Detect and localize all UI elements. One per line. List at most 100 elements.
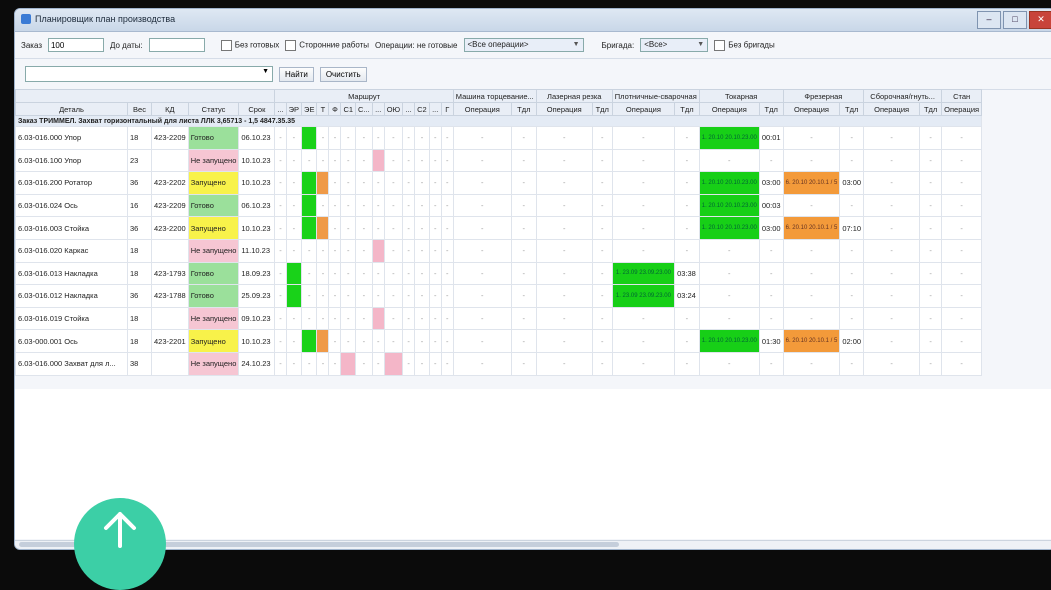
col-header-operation[interactable]: Операция	[535, 102, 593, 116]
col-header-route-5[interactable]: С1	[340, 102, 357, 116]
operation-cell[interactable]: -	[698, 238, 760, 263]
route-cell[interactable]: -	[383, 238, 404, 263]
route-cell[interactable]: -	[371, 216, 385, 240]
scroll-to-top-button[interactable]	[74, 498, 166, 590]
operation-cell[interactable]: -	[611, 238, 676, 263]
unfinished-checkbox[interactable]: Без готовых	[220, 39, 279, 51]
route-cell[interactable]: -	[402, 171, 416, 195]
route-cell[interactable]: -	[355, 148, 373, 173]
route-cell[interactable]: -	[328, 238, 342, 263]
operation-cell[interactable]: -	[941, 126, 983, 150]
route-cell[interactable]: -	[371, 193, 385, 218]
route-cell[interactable]: -	[428, 284, 442, 308]
operation-cell[interactable]: -	[452, 284, 512, 308]
route-cell[interactable]: -	[355, 261, 373, 286]
route-cell[interactable]: -	[316, 306, 330, 331]
route-cell[interactable]	[301, 171, 318, 195]
operation-cell[interactable]: -	[452, 329, 512, 353]
operation-cell[interactable]: -	[782, 284, 841, 308]
route-cell[interactable]	[371, 238, 385, 263]
route-cell[interactable]: -	[383, 148, 404, 173]
route-cell[interactable]: -	[402, 284, 416, 308]
col-header-operation[interactable]: Операция	[611, 102, 676, 116]
route-cell[interactable]: -	[355, 284, 373, 308]
route-cell[interactable]: -	[316, 351, 330, 376]
route-cell[interactable]	[340, 351, 357, 376]
route-cell[interactable]: -	[285, 148, 303, 173]
route-cell[interactable]: -	[428, 126, 442, 150]
operation-cell[interactable]: -	[452, 238, 512, 263]
operation-cell[interactable]: -	[611, 193, 676, 218]
brigade-select[interactable]: <Все> ▼	[640, 38, 709, 52]
route-cell[interactable]: -	[440, 351, 454, 376]
operation-cell[interactable]: -	[782, 193, 841, 218]
route-cell[interactable]	[371, 306, 385, 331]
route-cell[interactable]: -	[285, 351, 303, 376]
route-cell[interactable]: -	[340, 284, 357, 308]
route-cell[interactable]: -	[414, 216, 430, 240]
col-header-route-4[interactable]: Ф	[328, 102, 342, 116]
route-cell[interactable]: -	[340, 171, 357, 195]
route-cell[interactable]: -	[340, 261, 357, 286]
route-cell[interactable]: -	[355, 126, 373, 150]
route-cell[interactable]: -	[328, 351, 342, 376]
col-header-labor[interactable]: Тдл	[839, 102, 865, 116]
col-header-route-2[interactable]: ЭЕ	[301, 102, 318, 116]
route-cell[interactable]: -	[402, 193, 416, 218]
operation-cell[interactable]: -	[452, 148, 512, 173]
operation-cell[interactable]: -	[698, 284, 760, 308]
route-cell[interactable]	[301, 193, 318, 218]
operation-cell[interactable]: -	[941, 193, 983, 218]
route-cell[interactable]: -	[328, 329, 342, 353]
route-cell[interactable]: -	[328, 284, 342, 308]
col-header-route-10[interactable]: С2	[414, 102, 430, 116]
route-cell[interactable]: -	[285, 126, 303, 150]
route-cell[interactable]: -	[355, 238, 373, 263]
route-cell[interactable]: -	[301, 238, 318, 263]
operations-select[interactable]: <Все операции> ▼	[463, 38, 584, 52]
route-cell[interactable]: -	[316, 261, 330, 286]
search-combobox[interactable]: ▼	[25, 66, 273, 82]
operation-cell[interactable]: -	[863, 171, 921, 195]
route-cell[interactable]: -	[274, 329, 287, 353]
route-cell[interactable]: -	[328, 261, 342, 286]
route-cell[interactable]: -	[328, 193, 342, 218]
route-cell[interactable]: -	[414, 351, 430, 376]
operation-cell[interactable]: -	[535, 171, 593, 195]
col-header-route-11[interactable]: ...	[428, 102, 442, 116]
operation-cell[interactable]: -	[535, 238, 593, 263]
route-cell[interactable]: -	[414, 148, 430, 173]
route-cell[interactable]	[285, 261, 303, 286]
operation-cell[interactable]: 1. 20.10 20.10.23.00	[698, 216, 760, 240]
operation-cell[interactable]: -	[611, 351, 676, 376]
table-row[interactable]: 6.03-016.200 Ротатор 36 423-2202 Запущено 10…	[15, 171, 983, 195]
route-cell[interactable]	[301, 216, 318, 240]
horizontal-scrollbar[interactable]	[15, 540, 1051, 549]
route-cell[interactable]: -	[274, 148, 287, 173]
route-cell[interactable]: -	[440, 148, 454, 173]
route-cell[interactable]: -	[371, 284, 385, 308]
route-cell[interactable]: -	[414, 261, 430, 286]
route-cell[interactable]: -	[383, 329, 404, 353]
route-cell[interactable]: -	[285, 171, 303, 195]
route-cell[interactable]: -	[428, 306, 442, 331]
operation-cell[interactable]: -	[535, 193, 593, 218]
operation-cell[interactable]: -	[452, 126, 512, 150]
operation-cell[interactable]: 6. 20.10 20.10.1 / 5	[782, 329, 841, 353]
outsourced-checkbox[interactable]: Сторонние работы	[285, 39, 369, 51]
route-cell[interactable]: -	[383, 171, 404, 195]
operation-cell[interactable]: -	[535, 216, 593, 240]
route-cell[interactable]: -	[440, 238, 454, 263]
operation-cell[interactable]: -	[863, 193, 921, 218]
route-cell[interactable]: -	[428, 193, 442, 218]
col-header-labor[interactable]: Тдл	[674, 102, 700, 116]
col-header-operation[interactable]: Операция	[698, 102, 760, 116]
operation-cell[interactable]: -	[941, 261, 983, 286]
operation-cell[interactable]: -	[941, 171, 983, 195]
col-header-operation[interactable]: Операция	[782, 102, 841, 116]
operation-cell[interactable]: -	[941, 284, 983, 308]
route-cell[interactable]: -	[428, 261, 442, 286]
table-row[interactable]: 6.03-016.000 Захват для л... 38 Не запущен…	[15, 351, 983, 376]
route-cell[interactable]: -	[440, 306, 454, 331]
route-cell[interactable]: -	[371, 329, 385, 353]
